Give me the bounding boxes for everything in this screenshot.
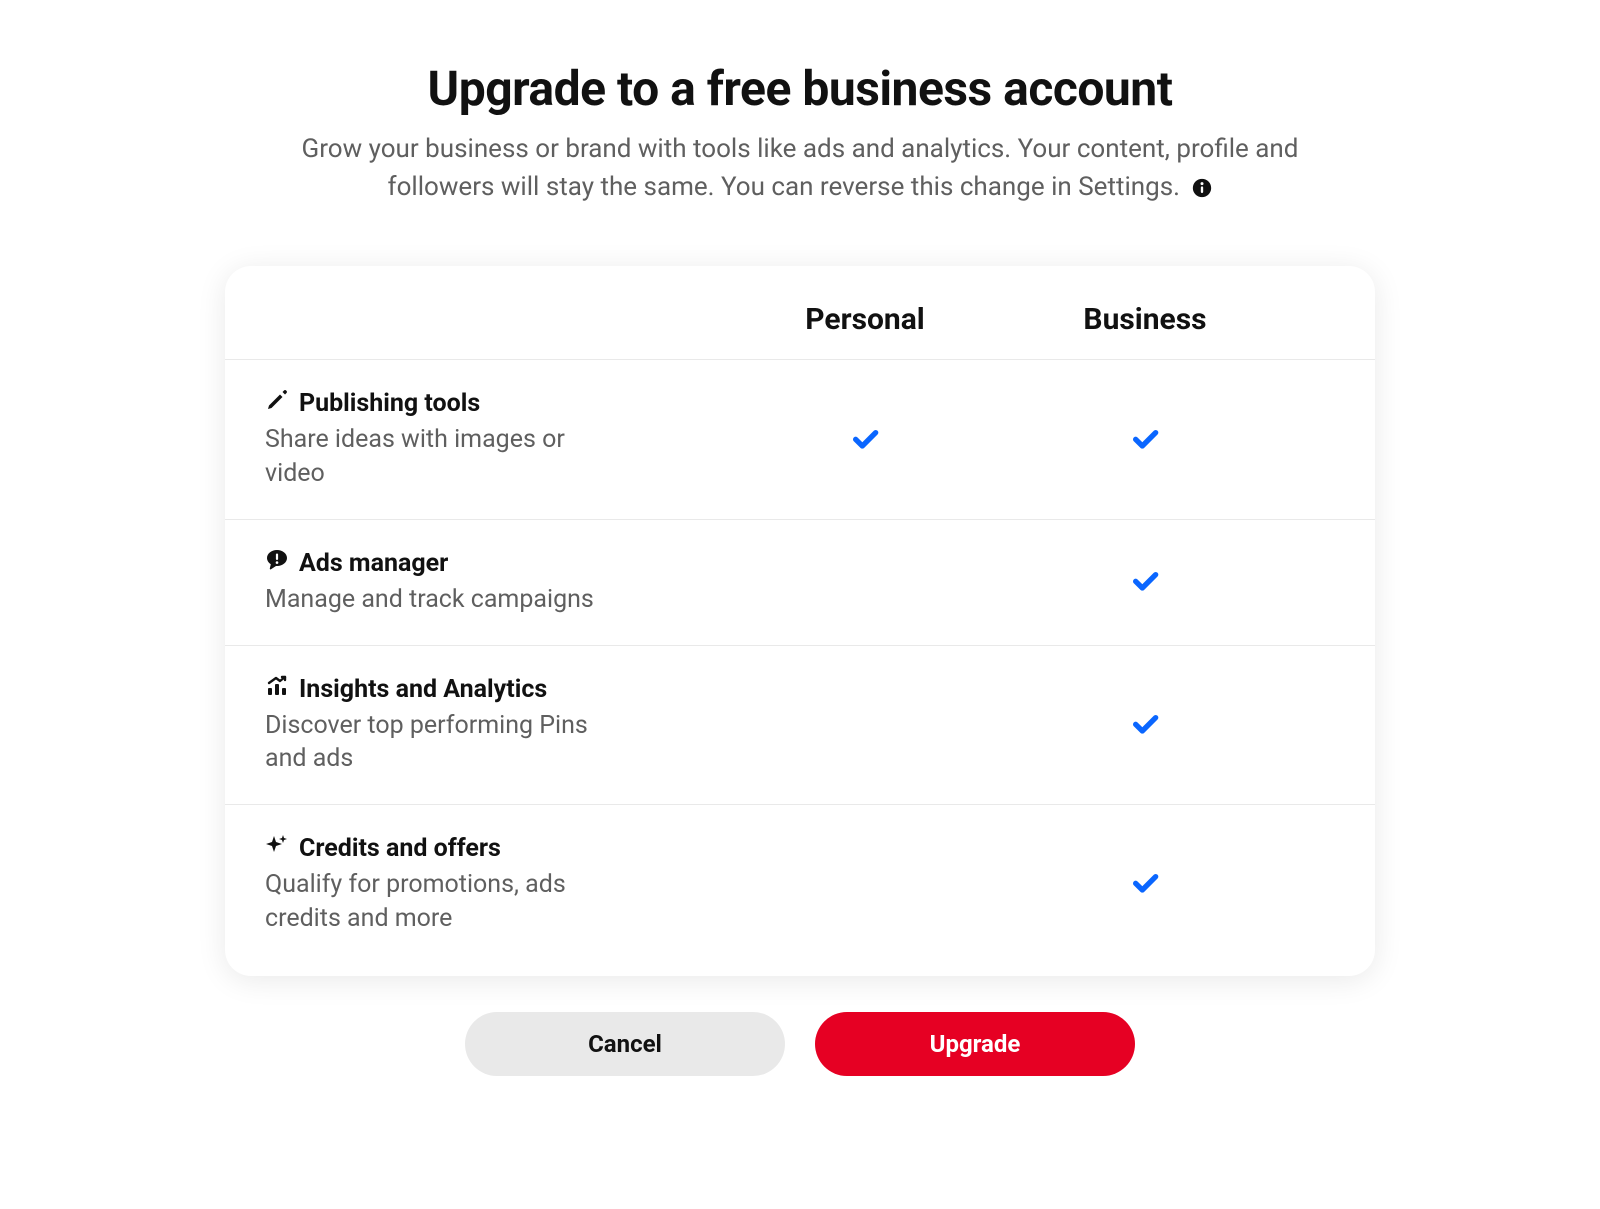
action-buttons: Cancel Upgrade xyxy=(225,1012,1375,1076)
table-row: Insights and Analytics Discover top perf… xyxy=(225,646,1375,806)
check-icon xyxy=(849,422,881,458)
feature-title-row: Credits and offers xyxy=(265,833,725,864)
upgrade-modal: Upgrade to a free business account Grow … xyxy=(225,60,1375,1076)
feature-title: Ads manager xyxy=(299,549,448,578)
feature-title-row: Ads manager xyxy=(265,548,725,579)
check-icon xyxy=(1129,707,1161,743)
check-icon xyxy=(1129,564,1161,600)
cancel-button[interactable]: Cancel xyxy=(465,1012,785,1076)
pencil-icon xyxy=(265,388,289,419)
table-row: Credits and offers Qualify for promotion… xyxy=(225,805,1375,964)
table-row: Publishing tools Share ideas with images… xyxy=(225,360,1375,520)
table-header: Personal Business xyxy=(225,302,1375,360)
upgrade-button[interactable]: Upgrade xyxy=(815,1012,1135,1076)
feature-desc: Qualify for promotions, ads credits and … xyxy=(265,868,605,936)
table-row: Ads manager Manage and track campaigns xyxy=(225,520,1375,646)
feature-title: Credits and offers xyxy=(299,834,501,863)
feature-title-row: Publishing tools xyxy=(265,388,725,419)
info-icon[interactable] xyxy=(1192,178,1212,198)
page-subtitle: Grow your business or brand with tools l… xyxy=(260,131,1340,206)
sparkle-icon xyxy=(265,833,289,864)
page-title: Upgrade to a free business account xyxy=(225,60,1375,117)
column-business: Business xyxy=(1005,302,1285,337)
column-personal: Personal xyxy=(725,302,1005,337)
feature-desc: Share ideas with images or video xyxy=(265,423,605,491)
check-icon xyxy=(1129,422,1161,458)
comparison-table: Personal Business Publishing tools Share… xyxy=(225,266,1375,975)
feature-title: Insights and Analytics xyxy=(299,675,547,704)
check-icon xyxy=(1129,866,1161,902)
feature-title: Publishing tools xyxy=(299,389,480,418)
megaphone-icon xyxy=(265,548,289,579)
feature-desc: Manage and track campaigns xyxy=(265,583,605,617)
feature-desc: Discover top performing Pins and ads xyxy=(265,709,605,777)
feature-title-row: Insights and Analytics xyxy=(265,674,725,705)
subtitle-text: Grow your business or brand with tools l… xyxy=(302,134,1299,202)
analytics-icon xyxy=(265,674,289,705)
